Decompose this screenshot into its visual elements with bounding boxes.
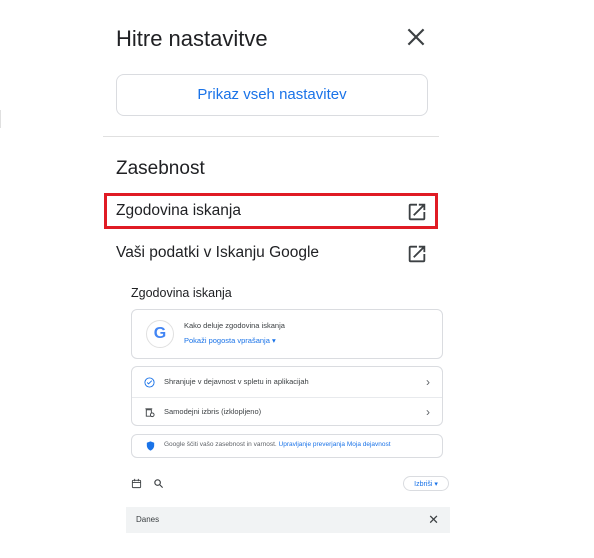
today-group-header: Danes ✕ bbox=[126, 507, 450, 533]
today-label: Danes bbox=[136, 515, 160, 524]
chevron-right-icon: › bbox=[426, 405, 430, 419]
how-it-works-title: Kako deluje zgodovina iskanja bbox=[184, 321, 285, 330]
open-in-new-icon bbox=[406, 201, 428, 223]
manage-verification-link[interactable]: Upravljanje preverjanja bbox=[279, 441, 345, 448]
privacy-note-card: Google ščiti vašo zasebnost in varnost. … bbox=[131, 434, 443, 458]
my-activity-link[interactable]: Moja dejavnost bbox=[347, 441, 391, 448]
history-settings-card: Shranjuje v dejavnost v spletu in aplika… bbox=[131, 366, 443, 426]
section-divider bbox=[103, 136, 439, 137]
check-circle-icon bbox=[144, 377, 155, 388]
faq-toggle[interactable]: Pokaži pogosta vprašanja ▾ bbox=[184, 336, 276, 345]
close-button[interactable] bbox=[403, 24, 429, 50]
edge-divider bbox=[0, 110, 1, 128]
open-in-new-icon bbox=[406, 243, 428, 265]
all-settings-button[interactable]: Prikaz vseh nastavitev bbox=[116, 74, 428, 116]
your-data-label: Vaši podatki v Iskanju Google bbox=[116, 244, 320, 261]
search-history-label: Zgodovina iskanja bbox=[116, 202, 241, 219]
privacy-note-text: Google ščiti vašo zasebnost in varnost. bbox=[164, 441, 277, 448]
auto-delete-icon bbox=[145, 408, 155, 418]
web-app-activity-row[interactable]: Shranjuje v dejavnost v spletu in aplika… bbox=[132, 368, 442, 396]
auto-delete-label: Samodejni izbris (izklopljeno) bbox=[164, 407, 262, 416]
delete-dropdown-button[interactable]: Izbriši ▾ bbox=[403, 476, 449, 491]
privacy-section-title: Zasebnost bbox=[116, 158, 205, 179]
search-icon[interactable] bbox=[153, 478, 164, 489]
auto-delete-row[interactable]: Samodejni izbris (izklopljeno) › bbox=[132, 397, 442, 426]
close-icon[interactable]: ✕ bbox=[428, 512, 439, 528]
preview-title: Zgodovina iskanja bbox=[131, 286, 232, 300]
close-icon bbox=[407, 28, 425, 46]
shield-icon bbox=[146, 441, 155, 451]
panel-title: Hitre nastavitve bbox=[116, 26, 268, 51]
chevron-right-icon: › bbox=[426, 375, 430, 389]
calendar-icon[interactable] bbox=[131, 478, 142, 489]
privacy-note: Google ščiti vašo zasebnost in varnost. … bbox=[164, 441, 391, 448]
how-it-works-card: G Kako deluje zgodovina iskanja Pokaži p… bbox=[131, 309, 443, 359]
google-logo-icon: G bbox=[146, 320, 174, 348]
web-app-activity-label: Shranjuje v dejavnost v spletu in aplika… bbox=[164, 377, 309, 386]
your-data-in-search-link[interactable]: Vaši podatki v Iskanju Google bbox=[116, 240, 434, 268]
search-history-link[interactable]: Zgodovina iskanja bbox=[116, 198, 434, 226]
